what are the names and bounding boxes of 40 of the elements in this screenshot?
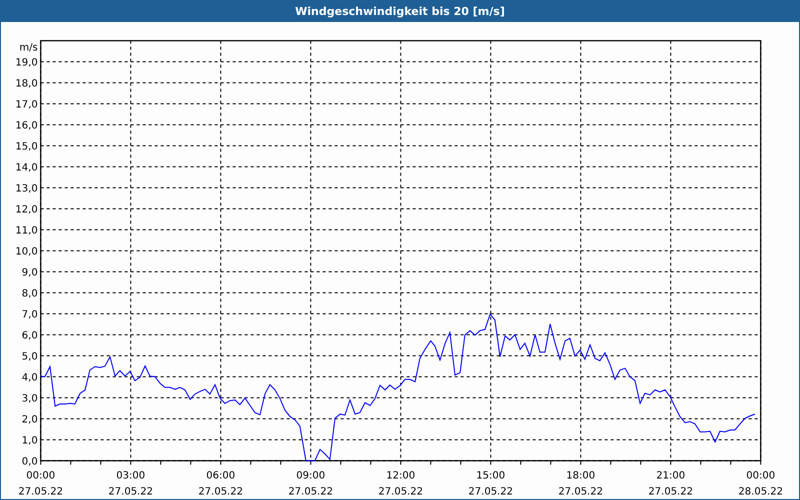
y-tick-label: 11,0 [15,226,38,237]
y-tick-label: 5,0 [22,352,38,363]
y-tick-label: 10,0 [15,246,38,258]
x-tick-date: 28.05.22 [738,486,783,498]
x-tick-label: 21:00 [656,470,686,482]
y-tick-label: 3,0 [22,394,38,405]
y-tick-label: 6,0 [22,330,38,342]
y-tick-label: 7,0 [22,310,38,321]
y-tick-label: 18,0 [15,78,38,90]
window-title: Windgeschwindigkeit bis 20 [m/s] [295,5,505,18]
x-tick-label: 03:00 [116,470,146,482]
x-tick-label: 18:00 [566,470,596,482]
x-tick-date: 27.05.22 [468,486,513,498]
y-tick-label: 0,0 [22,456,38,468]
y-tick-label: 4,0 [22,372,38,384]
x-tick-date: 27.05.22 [18,486,63,498]
y-axis-unit: m/s [19,42,38,54]
y-tick-label: 14,0 [15,162,38,174]
y-tick-label: 2,0 [22,414,38,426]
x-tick-date: 27.05.22 [288,486,333,498]
y-tick-label: 19,0 [15,58,38,69]
x-tick-date: 27.05.22 [198,486,243,498]
x-tick-label: 06:00 [206,470,236,482]
y-tick-label: 13,0 [15,184,38,195]
x-tick-label: 12:00 [386,470,416,482]
x-tick-label: 15:00 [476,470,506,482]
y-tick-label: 16,0 [15,120,38,132]
x-tick-date: 27.05.22 [648,486,693,498]
x-tick-label: 00:00 [26,470,56,482]
y-tick-label: 9,0 [22,268,38,279]
y-tick-label: 12,0 [15,204,38,216]
x-tick-label: 00:00 [746,470,776,482]
x-tick-label: 09:00 [296,470,326,482]
x-tick-date: 27.05.22 [378,486,423,498]
x-tick-date: 27.05.22 [108,486,153,498]
y-tick-label: 17,0 [15,100,38,111]
y-tick-label: 15,0 [15,142,38,153]
y-tick-label: 8,0 [22,288,38,300]
x-tick-date: 27.05.22 [558,486,603,498]
y-tick-label: 1,0 [22,436,38,447]
